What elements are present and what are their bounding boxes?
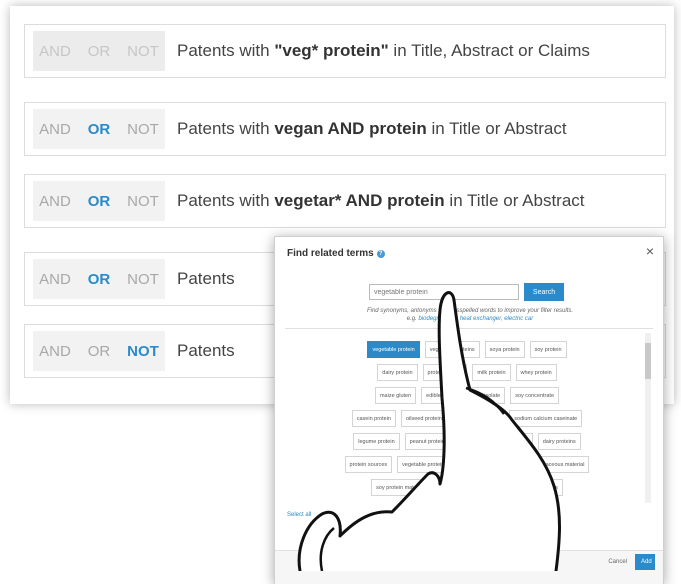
find-related-terms-dialog: Find related terms ? × Search Find synon… (274, 236, 664, 584)
operator-group: AND OR NOT (33, 31, 165, 71)
chip-row: vegetable protein vegetable proteins soy… (297, 341, 637, 358)
dialog-title-text: Find related terms (287, 248, 374, 259)
divider (285, 328, 653, 329)
not-toggle[interactable]: NOT (121, 259, 165, 299)
query-row: AND OR NOT Patents with vegan AND protei… (24, 102, 666, 156)
term-chip[interactable]: sodium calcium caseinate (509, 410, 583, 427)
operator-group: AND OR NOT (33, 181, 165, 221)
term-chip[interactable]: soy concentrate (510, 387, 560, 404)
and-toggle[interactable]: AND (33, 181, 77, 221)
term-search-input[interactable] (369, 284, 519, 300)
not-toggle[interactable]: NOT (121, 331, 165, 371)
term-chip[interactable]: animal protein materials (494, 479, 563, 496)
query-suffix: in Title, Abstract or Claims (388, 41, 590, 60)
not-toggle[interactable]: NOT (121, 109, 165, 149)
hint-text: Find synonyms, antonyms and misspelled w… (366, 308, 574, 314)
info-icon[interactable]: ? (376, 249, 385, 258)
or-toggle[interactable]: OR (77, 31, 121, 71)
term-chip[interactable]: protein source (422, 364, 468, 381)
not-toggle[interactable]: NOT (121, 31, 165, 71)
dialog-title: Find related terms ? (287, 248, 385, 259)
query-prefix: Patents with (177, 191, 275, 210)
query-term: "veg* protein" (274, 41, 389, 60)
term-chip[interactable]: dairy proteins (537, 433, 581, 450)
term-chip[interactable]: vegetable protein source (397, 456, 468, 473)
close-icon[interactable]: × (646, 243, 654, 259)
query-prefix: Patents with (177, 41, 275, 60)
select-all-link[interactable]: Select all (287, 512, 311, 518)
term-chip[interactable]: whey protein (515, 364, 557, 381)
operator-group: AND OR NOT (33, 259, 165, 299)
hint-examples: e.g. biodegradable, heat exchanger, elec… (295, 316, 645, 322)
or-toggle[interactable]: OR (77, 109, 121, 149)
term-chip[interactable]: vital wheat gluten (451, 410, 505, 427)
search-button[interactable]: Search (524, 283, 564, 301)
not-toggle[interactable]: NOT (121, 181, 165, 221)
term-chip[interactable]: oilseed protein (400, 410, 447, 427)
term-chip[interactable]: dairy protein (377, 364, 418, 381)
or-toggle[interactable]: OR (77, 259, 121, 299)
chip-row: soy protein material non-casein protein … (297, 479, 637, 496)
term-chip[interactable]: non-casein protein (434, 479, 490, 496)
chip-row: maize gluten edible protein soy isolate … (297, 387, 637, 404)
term-chip[interactable]: vegetable protein (367, 341, 420, 358)
query-prefix: Patents with (177, 119, 275, 138)
query-suffix: in Title or Abstract (426, 119, 567, 138)
term-chip[interactable]: soy protein material (371, 479, 430, 496)
query-row: AND OR NOT Patents with "veg* protein" i… (24, 24, 666, 78)
and-toggle[interactable]: AND (33, 331, 77, 371)
query-description: Patents with vegetar* AND protein in Tit… (177, 191, 585, 211)
chip-row: protein sources vegetable protein source… (297, 456, 637, 473)
term-chip[interactable]: soy isolate (469, 387, 506, 404)
or-toggle[interactable]: OR (77, 331, 121, 371)
term-chip[interactable]: peanut protein isolate (404, 433, 468, 450)
chip-row: casein protein oilseed protein vital whe… (297, 410, 637, 427)
or-toggle[interactable]: OR (77, 181, 121, 221)
term-chip[interactable]: legume protein (353, 433, 400, 450)
term-chip[interactable]: milk protein (472, 364, 511, 381)
scrollbar-thumb[interactable] (645, 343, 651, 379)
operator-group: AND OR NOT (33, 331, 165, 371)
term-chip[interactable]: legume protein (472, 456, 519, 473)
query-description: Patents (177, 269, 235, 288)
chip-row: legume protein peanut protein isolate wh… (297, 433, 637, 450)
query-description: Patents (177, 341, 235, 360)
chip-list-scrollbar[interactable] (645, 333, 651, 503)
term-chip[interactable]: vegetable proteins (424, 341, 480, 358)
example-links[interactable]: biodegradable, heat exchanger, electric … (418, 316, 533, 322)
operator-group: AND OR NOT (33, 109, 165, 149)
query-term: vegetar* AND protein (274, 191, 445, 210)
term-chip[interactable]: casein protein (351, 410, 396, 427)
query-suffix: in Title or Abstract (444, 191, 585, 210)
query-row: AND OR NOT Patents with vegetar* AND pro… (24, 174, 666, 228)
query-term: vegan AND protein (274, 119, 427, 138)
term-chip[interactable]: soy protein (529, 341, 567, 358)
term-chip[interactable]: protein sources (344, 456, 393, 473)
and-toggle[interactable]: AND (33, 31, 77, 71)
term-chip[interactable]: wheat protein isolate (472, 433, 533, 450)
hint-prefix: e.g. (406, 316, 419, 322)
term-chip[interactable]: soya protein (484, 341, 525, 358)
add-button[interactable]: Add (635, 554, 655, 570)
query-description: Patents with "veg* protein" in Title, Ab… (177, 41, 590, 61)
chip-row: dairy protein protein source milk protei… (297, 364, 637, 381)
term-chip[interactable]: edible protein (421, 387, 465, 404)
and-toggle[interactable]: AND (33, 109, 77, 149)
dialog-footer: Cancel Add (275, 550, 663, 584)
term-chip[interactable]: proteinaceous material (523, 456, 590, 473)
term-chip[interactable]: maize gluten (374, 387, 417, 404)
cancel-button[interactable]: Cancel (602, 558, 633, 566)
query-description: Patents with vegan AND protein in Title … (177, 119, 567, 139)
and-toggle[interactable]: AND (33, 259, 77, 299)
related-terms-list: vegetable protein vegetable proteins soy… (297, 341, 637, 509)
